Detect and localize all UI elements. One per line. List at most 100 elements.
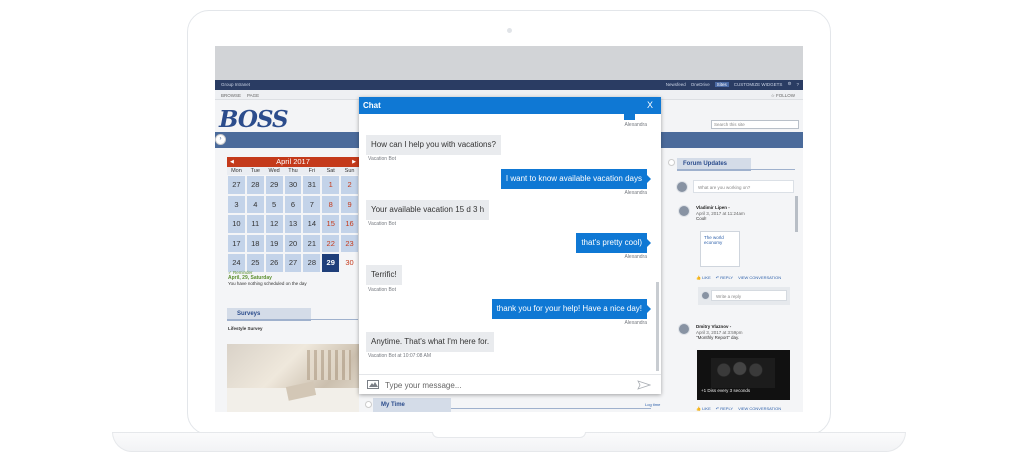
- calendar-day[interactable]: 31: [302, 175, 322, 195]
- message-input[interactable]: [385, 378, 625, 392]
- calendar-day[interactable]: 19: [264, 233, 284, 253]
- chat-composer: [359, 374, 661, 394]
- calendar-day[interactable]: 9: [340, 194, 359, 214]
- calendar-day[interactable]: 23: [340, 233, 359, 253]
- weekday-label: Sat: [326, 168, 335, 174]
- send-icon[interactable]: [637, 380, 651, 390]
- nav-toggle-icon[interactable]: ›: [215, 134, 226, 145]
- previous-user-message: [624, 114, 635, 120]
- user-message: thank you for your help! Have a nice day…: [491, 299, 652, 319]
- reply-avatar: [701, 291, 710, 300]
- calendar-day[interactable]: 21: [302, 233, 322, 253]
- close-icon[interactable]: X: [647, 100, 653, 110]
- calendar-day[interactable]: 2: [340, 175, 359, 195]
- message-meta: Vacation Bot: [368, 287, 396, 293]
- suite-bar: Group Intranet Newsfeed OneDrive Sites C…: [215, 80, 803, 90]
- calendar-day[interactable]: 1: [321, 175, 341, 195]
- calendar-day[interactable]: 10: [227, 214, 246, 234]
- suite-link-newsfeed[interactable]: Newsfeed: [666, 82, 686, 87]
- like-label: LIKE: [702, 275, 711, 280]
- avatar[interactable]: [678, 323, 690, 335]
- calendar-day[interactable]: 11: [245, 214, 265, 234]
- forum-scrollbar[interactable]: [795, 196, 798, 232]
- user-message: I want to know available vacation days: [500, 169, 652, 189]
- weekday-label: Tue: [250, 168, 260, 174]
- forum-bullet: [668, 159, 675, 166]
- avatar[interactable]: [678, 205, 690, 217]
- calendar-day[interactable]: 8: [321, 194, 341, 214]
- calendar-day[interactable]: 16: [340, 214, 359, 234]
- post-author[interactable]: Dmitry Vlaznov -: [696, 324, 731, 329]
- view-conversation-link[interactable]: VIEW CONVERSATION: [738, 275, 781, 280]
- photo-shelf: [307, 350, 351, 380]
- post-actions: 👍 LIKE ↶ REPLY VIEW CONVERSATION: [696, 275, 781, 280]
- reply-label: REPLY: [720, 406, 734, 411]
- like-button[interactable]: 👍 LIKE: [696, 406, 711, 411]
- calendar-day[interactable]: 28: [245, 175, 265, 195]
- calendar-header: ◀ April 2017 ▶: [227, 157, 359, 167]
- weekday-label: Sun: [344, 168, 355, 174]
- status-input[interactable]: What are you working on?: [693, 180, 794, 193]
- calendar-day[interactable]: 22: [321, 233, 341, 253]
- view-conversation-link[interactable]: VIEW CONVERSATION: [738, 406, 781, 411]
- calendar-day[interactable]: 12: [264, 214, 284, 234]
- message-meta: Alexandra: [624, 190, 647, 196]
- suite-title[interactable]: Group Intranet: [221, 82, 250, 87]
- my-time-bullet: [365, 401, 372, 408]
- calendar-grid: 27 28 29 30 31 1 2 3 4 5 6 7 8 9 10 11 12 13 14 15 16 17 18 19 2…: [227, 175, 359, 273]
- post-text: "Monthly Report" day.: [696, 335, 740, 340]
- bot-message: Terrific!: [366, 265, 402, 285]
- tab-page[interactable]: PAGE: [247, 93, 259, 98]
- customize-widgets-link[interactable]: CUSTOMIZE WIDGETS: [734, 82, 783, 87]
- calendar-month-label: April 2017: [276, 157, 310, 166]
- settings-gear-icon[interactable]: ⚙: [787, 81, 791, 87]
- message-meta: Alexandra: [624, 122, 647, 128]
- calendar-day[interactable]: 5: [264, 194, 284, 214]
- video-thumbnail[interactable]: +1 Diss every 3 seconds: [697, 350, 790, 400]
- calendar-notes: ✓ Reminder April, 29, Saturday You have …: [228, 270, 358, 287]
- calendar-day[interactable]: 4: [245, 194, 265, 214]
- calendar-day[interactable]: 20: [283, 233, 303, 253]
- image-icon[interactable]: [367, 380, 379, 389]
- calendar-day[interactable]: 27: [227, 175, 246, 195]
- site-search-input[interactable]: Search this site: [711, 120, 799, 129]
- reply-button[interactable]: ↶ REPLY: [716, 275, 733, 280]
- bot-message: How can I help you with vacations?: [366, 135, 501, 155]
- current-user-avatar: [676, 181, 688, 193]
- calendar-day[interactable]: 30: [283, 175, 303, 195]
- suite-link-sites[interactable]: Sites: [714, 81, 729, 87]
- surveys-divider: [311, 319, 358, 320]
- forum-divider: [751, 169, 795, 170]
- next-month-icon[interactable]: ▶: [352, 157, 356, 167]
- calendar-day[interactable]: 17: [227, 233, 246, 253]
- log-time-link[interactable]: Log time: [645, 402, 660, 407]
- calendar-day[interactable]: 18: [245, 233, 265, 253]
- post-author[interactable]: Vladimir Lipen -: [696, 205, 730, 210]
- like-label: LIKE: [702, 406, 711, 411]
- help-icon[interactable]: ?: [796, 82, 799, 87]
- calendar-day[interactable]: 13: [283, 214, 303, 234]
- calendar-day[interactable]: 15: [321, 214, 341, 234]
- like-button[interactable]: 👍 LIKE: [696, 275, 711, 280]
- weekday-label: Wed: [268, 168, 280, 174]
- follow-label: FOLLOW: [775, 93, 795, 98]
- reply-input[interactable]: Write a reply: [711, 290, 787, 301]
- message-meta: Vacation Bot: [368, 221, 396, 227]
- my-time-header: My Time: [373, 398, 451, 412]
- chat-scrollbar[interactable]: [656, 282, 659, 371]
- reply-button[interactable]: ↶ REPLY: [716, 406, 733, 411]
- calendar-day[interactable]: 29: [264, 175, 284, 195]
- calendar-day[interactable]: 14: [302, 214, 322, 234]
- suite-link-onedrive[interactable]: OneDrive: [691, 82, 710, 87]
- follow-button[interactable]: ☆ FOLLOW: [771, 93, 795, 99]
- tab-browse[interactable]: BROWSE: [221, 93, 241, 98]
- lifestyle-survey-link[interactable]: Lifestyle Survey: [228, 326, 263, 331]
- calendar-day[interactable]: 3: [227, 194, 246, 214]
- calendar-day[interactable]: 6: [283, 194, 303, 214]
- site-logo[interactable]: BOSS: [219, 106, 289, 133]
- survey-photo: [227, 344, 359, 412]
- post-link-preview[interactable]: The world economy: [700, 231, 740, 267]
- weekday-label: Fri: [308, 168, 316, 174]
- calendar-day[interactable]: 7: [302, 194, 322, 214]
- prev-month-icon[interactable]: ◀: [230, 157, 234, 167]
